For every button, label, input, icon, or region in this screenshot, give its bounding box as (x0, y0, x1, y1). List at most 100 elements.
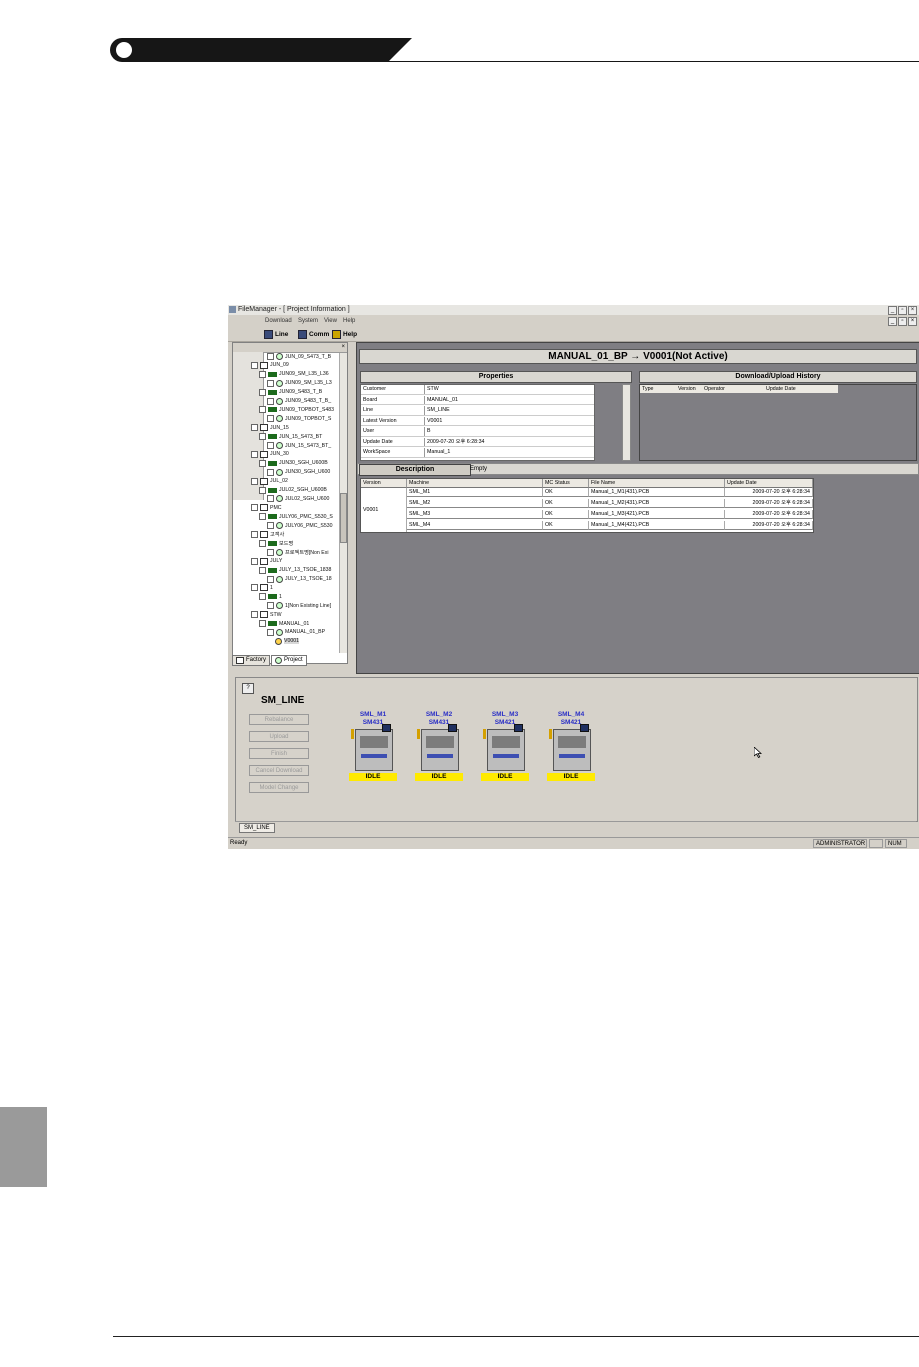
comm-toolbar-button[interactable]: Comm (298, 329, 329, 339)
tree-item[interactable]: 1 (251, 584, 273, 592)
tree-scrollbar[interactable] (339, 353, 347, 653)
line-help-button[interactable]: ? (242, 683, 254, 694)
tree-item[interactable]: 1 (259, 593, 282, 601)
menu-download[interactable]: Download (265, 316, 292, 326)
expand-toggle[interactable] (267, 548, 274, 556)
expand-toggle[interactable] (267, 575, 274, 583)
expand-toggle[interactable] (259, 593, 266, 601)
tree-close-icon[interactable]: × (341, 344, 345, 350)
tree-item[interactable]: JULY06_PMC_S530 (267, 522, 332, 530)
expand-toggle[interactable] (259, 433, 266, 441)
tree-item[interactable]: JUN09_TOPBOT_S483 (259, 406, 334, 414)
tree-item[interactable]: MANUAL_01 (259, 620, 309, 627)
rebalance-button[interactable]: Rebalance (249, 714, 309, 725)
tree-item[interactable]: JUN09_SM_L35_L36 (259, 370, 329, 378)
expand-toggle[interactable] (267, 628, 274, 636)
tab-sm-line[interactable]: SM_LINE (239, 823, 275, 833)
expand-toggle[interactable] (251, 424, 258, 432)
tree-scroll-thumb[interactable] (340, 493, 347, 543)
child-maximize-button[interactable]: ▫ (898, 317, 907, 326)
tree-item[interactable]: JUN_09 (251, 361, 289, 369)
expand-toggle[interactable] (251, 531, 258, 538)
expand-toggle[interactable] (267, 353, 274, 360)
tree-item[interactable]: JUN_09_S473_T_B (267, 353, 331, 360)
expand-toggle[interactable] (267, 442, 274, 449)
expand-toggle[interactable] (251, 557, 258, 565)
expand-toggle[interactable] (267, 602, 274, 610)
description-label[interactable]: Description (359, 464, 471, 476)
tree-item[interactable]: JUL02_SGH_U600B (259, 486, 327, 494)
expand-toggle[interactable] (259, 370, 266, 378)
tree-item[interactable]: JUN_15_S473_BT (259, 433, 322, 441)
expand-toggle[interactable] (267, 468, 274, 476)
tree-item[interactable]: JUN30_SGH_U600 (267, 468, 330, 476)
tree-item[interactable]: JUN30_SGH_U600B (259, 459, 328, 467)
tree-item[interactable]: 보드명 (259, 539, 293, 547)
close-button[interactable]: × (908, 306, 917, 315)
upload-button[interactable]: Upload (249, 731, 309, 742)
tree-item[interactable]: JULY06_PMC_S530_S (259, 513, 333, 521)
cog-icon (276, 522, 283, 530)
expand-toggle[interactable] (251, 611, 258, 619)
child-close-button[interactable]: × (908, 317, 917, 326)
expand-toggle[interactable] (259, 486, 266, 494)
expand-toggle[interactable] (259, 388, 266, 396)
menu-view[interactable]: View (324, 316, 337, 326)
tree-item[interactable]: STW (251, 611, 282, 619)
tab-factory[interactable]: Factory (232, 655, 271, 666)
machine-card[interactable]: SML_M2 SM431 IDLE (415, 711, 463, 791)
tree-item[interactable]: JULY_13_TSOE_1838 (259, 566, 331, 574)
properties-scrollbar[interactable] (622, 384, 631, 461)
tree-item[interactable]: JUN_15 (251, 424, 289, 432)
tree-item[interactable]: JUL02_SGH_U600 (267, 495, 329, 503)
expand-toggle[interactable] (251, 584, 258, 592)
tree-item[interactable]: 1[Non Existing Line] (267, 602, 331, 610)
maximize-button[interactable]: ▫ (898, 306, 907, 315)
tree-item[interactable]: V0001 (275, 637, 300, 645)
model-change-button[interactable]: Model Change (249, 782, 309, 793)
finish-button[interactable]: Finish (249, 748, 309, 759)
expand-toggle[interactable] (259, 406, 266, 414)
expand-toggle[interactable] (259, 566, 266, 574)
expand-toggle[interactable] (267, 379, 274, 387)
tree-item[interactable]: JUL_02 (251, 477, 288, 485)
expand-toggle[interactable] (251, 504, 258, 512)
tree-item[interactable]: JUN09_S483_T_B (259, 388, 322, 396)
tree-item[interactable]: 프로젝트명[Non Exi (267, 548, 328, 556)
tree-item[interactable]: PMC (251, 504, 282, 512)
machine-card[interactable]: SML_M4 SM421 IDLE (547, 711, 595, 791)
board-icon (268, 371, 277, 377)
menu-help[interactable]: Help (343, 316, 355, 326)
machine-card[interactable]: SML_M3 SM421 IDLE (481, 711, 529, 791)
tree-item[interactable]: MANUAL_01_BP (267, 628, 325, 636)
expand-toggle[interactable] (267, 522, 274, 530)
cancel-download-button[interactable]: Cancel Download (249, 765, 309, 776)
tree-item[interactable]: JUN09_SM_L35_L3 (267, 379, 332, 387)
expand-toggle[interactable] (259, 459, 266, 467)
line-toolbar-button[interactable]: Line (264, 329, 288, 339)
expand-toggle[interactable] (259, 620, 266, 627)
tab-project[interactable]: Project (271, 655, 307, 666)
minimize-button[interactable]: _ (888, 306, 897, 315)
expand-toggle[interactable] (259, 513, 266, 521)
expand-toggle[interactable] (251, 477, 258, 485)
board-icon (268, 594, 277, 600)
expand-toggle[interactable] (251, 450, 258, 458)
expand-toggle[interactable] (259, 539, 266, 547)
expand-toggle[interactable] (267, 397, 274, 405)
tree-item[interactable]: JUN_30 (251, 450, 289, 458)
tree-item[interactable]: JUN09_TOPBOT_S (267, 415, 331, 423)
machine-card[interactable]: SML_M1 SM431 IDLE (349, 711, 397, 791)
expand-toggle[interactable] (267, 415, 274, 423)
help-toolbar-button[interactable]: Help (332, 329, 357, 339)
tree-item[interactable]: JUN_15_S473_BT_ (267, 442, 331, 449)
project-icon (275, 657, 283, 664)
tree-item[interactable]: 고객사 (251, 531, 284, 538)
menu-system[interactable]: System (298, 316, 318, 326)
tree-item[interactable]: JULY_13_TSOE_18 (267, 575, 332, 583)
tree-item[interactable]: JUN09_S483_T_B_ (267, 397, 331, 405)
expand-toggle[interactable] (251, 361, 258, 369)
tree-item[interactable]: JULY (251, 557, 282, 565)
expand-toggle[interactable] (267, 495, 274, 503)
child-minimize-button[interactable]: _ (888, 317, 897, 326)
